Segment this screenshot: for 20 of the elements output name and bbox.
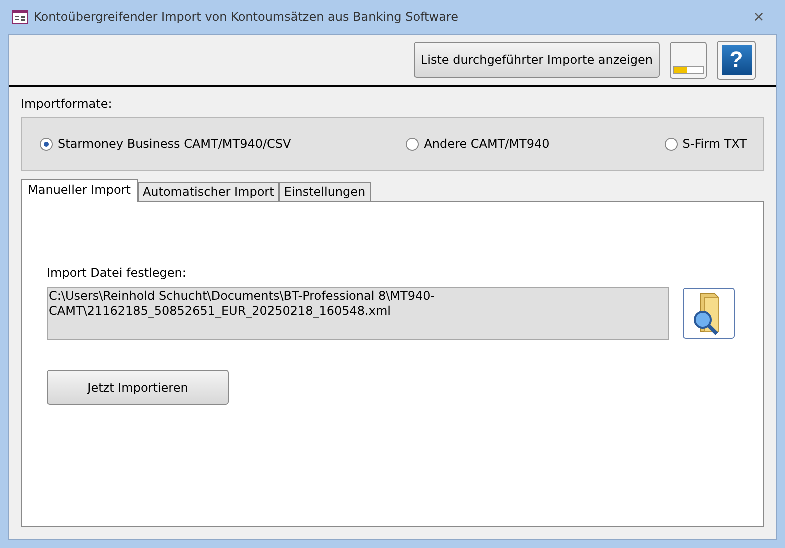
format-radio[interactable]: Andere CAMT/MT940 [406,137,550,151]
tab[interactable]: Automatischer Import [138,182,280,202]
radio-dot[interactable] [406,138,420,150]
radio-dot[interactable] [40,138,53,150]
format-radio[interactable]: Starmoney Business CAMT/MT940/CSV [40,137,292,151]
import-button[interactable]: Jetzt Importieren [47,370,229,405]
tab[interactable]: Manueller Import [21,179,138,202]
window-title: Kontoübergreifender Import von Kontoumsätzen aus Banking Software [34,10,460,24]
browse-button[interactable] [683,288,735,339]
tab[interactable]: Einstellungen [279,182,371,202]
format-radio[interactable]: S-Firm TXT [664,137,747,151]
file-label: Import Datei festlegen: [47,266,188,280]
close-button[interactable]: × [745,6,773,28]
file-path-field[interactable]: C:\Users\Reinhold Schucht\Documents\BT-Professional 8\MT940-CAMT\21162185_50852651_EUR_20250218_160548.xml [47,287,670,340]
help-button[interactable]: ? [717,40,756,80]
form-icon [12,10,28,24]
radio-dot[interactable] [664,138,678,150]
import-history-button[interactable]: Liste durchgeführter Importe anzeigen [414,42,660,78]
progress-button[interactable] [670,42,707,78]
section-label: Importformate: [21,97,114,111]
